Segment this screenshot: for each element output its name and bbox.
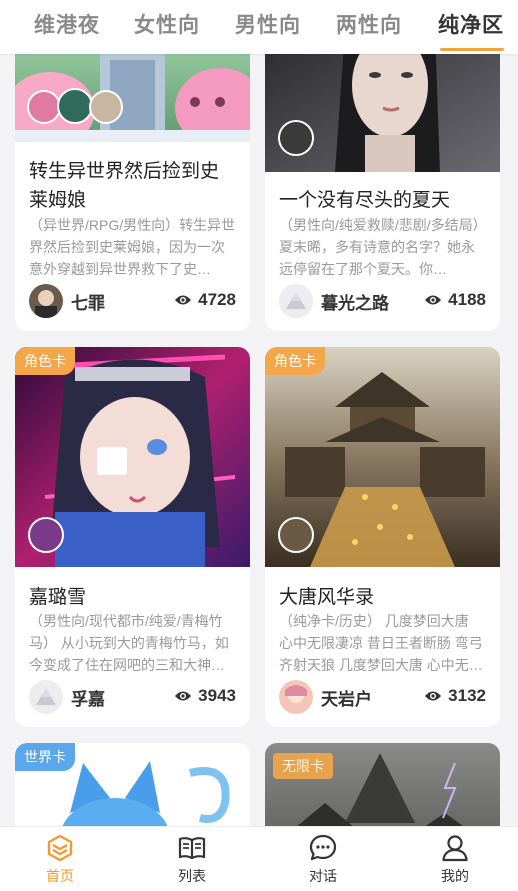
card-author[interactable]: 孚嘉 (29, 680, 105, 714)
author-avatar (29, 284, 63, 318)
card-author[interactable]: 七罪 (29, 284, 105, 318)
nav-home[interactable]: 首页 (25, 833, 95, 886)
story-card[interactable]: 一个没有尽头的夏天 （男性向/纯爱救赎/悲剧/多结局）夏末晞，多有诗意的名字？她… (265, 30, 500, 331)
tab-weigangye[interactable]: 维港夜 (34, 9, 100, 39)
tab-pure-zone[interactable]: 纯净区 (438, 9, 504, 39)
nav-label: 首页 (46, 868, 74, 884)
app-screen: 维港夜 女性向 男性向 两性向 纯净区 转生异世界然后捡到史 莱姆娘 （异世界/… (0, 0, 518, 891)
user-icon (442, 835, 468, 862)
card-title-line: 莱姆娘 (29, 190, 87, 211)
bottom-navigation: 首页 列表 对话 我的 (0, 826, 518, 891)
participant-avatar (27, 90, 61, 124)
card-title: 转生异世界然后捡到史 莱姆娘 (29, 157, 219, 215)
views-number: 3132 (448, 686, 486, 705)
card-cover-image: 角色卡 (15, 347, 250, 567)
nav-chat[interactable]: 对话 (288, 833, 358, 886)
participant-avatar (57, 88, 93, 124)
author-avatar (279, 284, 313, 318)
author-avatar (279, 680, 313, 714)
eye-icon (425, 295, 442, 305)
participant-avatar (89, 90, 123, 124)
nav-label: 我的 (441, 868, 469, 884)
chat-bubble-icon (309, 834, 337, 861)
nav-list[interactable]: 列表 (157, 833, 227, 886)
active-tab-indicator (440, 48, 504, 51)
card-title: 大唐风华录 (279, 587, 375, 608)
world-card-badge: 世界卡 (15, 743, 75, 771)
participant-avatar (278, 517, 314, 553)
card-description: （男性向/现代都市/纯爱/青梅竹马） 从小玩到大的青梅竹马，如今变成了住在网吧的… (29, 613, 229, 673)
card-author[interactable]: 暮光之路 (279, 284, 389, 318)
author-name: 天岩户 (321, 689, 372, 709)
card-description: （异世界/RPG/男性向）转生异世界然后捡到史莱姆娘，因为一次意外穿越到异世界救… (29, 217, 236, 277)
eye-icon (175, 295, 192, 305)
author-name: 七罪 (71, 293, 105, 313)
story-card[interactable]: 角色卡 大唐风华录 （纯净卡/历史） 几度梦回大唐 心中无限凄凉 昔日王者断肠 … (265, 347, 500, 727)
tab-both-oriented[interactable]: 两性向 (336, 9, 402, 39)
view-count: 3132 (424, 686, 486, 706)
role-card-badge: 角色卡 (265, 347, 325, 375)
author-name: 暮光之路 (321, 293, 389, 313)
views-number: 3943 (198, 686, 236, 705)
nav-label: 列表 (178, 868, 206, 884)
card-title: 嘉璐雪 (29, 587, 87, 608)
story-card[interactable]: 转生异世界然后捡到史 莱姆娘 （异世界/RPG/男性向）转生异世界然后捡到史莱姆… (15, 30, 250, 331)
card-title: 一个没有尽头的夏天 (279, 190, 451, 211)
author-avatar (29, 680, 63, 714)
story-card[interactable]: 角色卡 嘉璐雪 （男性向/现代都市/纯爱/青梅竹马） 从小玩到大的青梅竹马，如今… (15, 347, 250, 727)
views-number: 4728 (198, 290, 236, 309)
eye-icon (425, 691, 442, 701)
eye-icon (175, 691, 192, 701)
category-tab-bar: 维港夜 女性向 男性向 两性向 纯净区 (0, 0, 518, 54)
card-title-line: 转生异世界然后捡到史 (29, 161, 220, 182)
card-description: （男性向/纯爱救赎/悲剧/多结局）夏末晞，多有诗意的名字？她永远停留在了那个夏天… (279, 217, 480, 277)
home-cube-icon (47, 834, 73, 862)
tab-male-oriented[interactable]: 男性向 (235, 9, 301, 39)
participant-avatar (278, 120, 314, 156)
card-author[interactable]: 天岩户 (279, 680, 372, 714)
role-card-badge: 角色卡 (15, 347, 75, 375)
card-cover-image: 角色卡 (265, 347, 500, 567)
view-count: 4728 (174, 290, 236, 310)
card-description: （纯净卡/历史） 几度梦回大唐 心中无限凄凉 昔日王者断肠 弯弓齐射天狼 几度梦… (279, 613, 483, 673)
infinite-card-badge: 无限卡 (273, 753, 333, 779)
participant-avatar (28, 517, 64, 553)
view-count: 4188 (424, 290, 486, 310)
author-name: 孚嘉 (71, 689, 105, 709)
nav-profile[interactable]: 我的 (420, 833, 490, 886)
book-icon (178, 837, 206, 860)
views-number: 4188 (448, 290, 486, 309)
tab-female-oriented[interactable]: 女性向 (134, 9, 200, 39)
view-count: 3943 (174, 686, 236, 706)
nav-label: 对话 (309, 868, 337, 884)
